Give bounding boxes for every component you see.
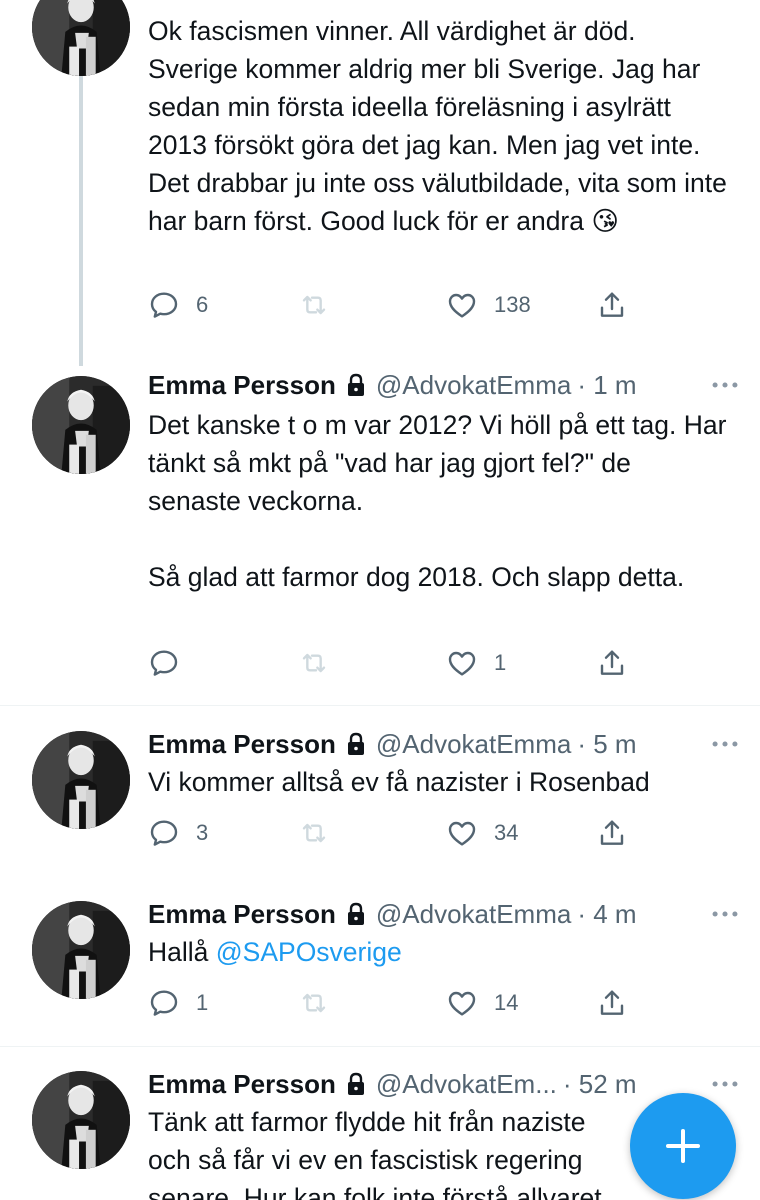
tweet-2[interactable]: Emma Persson @AdvokatEmma · 1 m Det kans… (0, 368, 760, 704)
like-count: 138 (494, 292, 531, 317)
avatar[interactable] (32, 731, 130, 829)
retweet-button[interactable] (298, 986, 330, 1020)
author-handle[interactable]: @AdvokatEmma (376, 368, 571, 402)
retweet-icon (298, 647, 330, 679)
reply-count: 1 (196, 990, 209, 1015)
retweet-button[interactable] (298, 816, 330, 850)
author-name[interactable]: Emma Persson (148, 368, 336, 402)
more-icon[interactable] (708, 368, 742, 402)
tweet-header: Emma Persson @AdvokatEmma · 4 m (148, 897, 637, 931)
lock-icon (344, 1071, 368, 1097)
compose-button[interactable] (630, 1093, 736, 1199)
tweet-actions: 1 (148, 646, 648, 680)
tweet-time[interactable]: · 5 m (577, 727, 636, 761)
tweet-1[interactable]: Ok fascismen vinner. All värdighet är dö… (0, 0, 760, 366)
like-count: 34 (494, 820, 519, 845)
avatar[interactable] (32, 0, 130, 76)
heart-icon (446, 289, 478, 321)
tweet-time[interactable]: · 52 m (563, 1067, 637, 1101)
share-icon (596, 817, 628, 849)
reply-button[interactable]: 3 (148, 816, 208, 850)
avatar[interactable] (32, 1071, 130, 1169)
author-name[interactable]: Emma Persson (148, 727, 336, 761)
tweet-header: Emma Persson @AdvokatEm... · 52 m (148, 1067, 637, 1101)
like-button[interactable]: 138 (446, 288, 531, 322)
more-icon[interactable] (708, 897, 742, 931)
retweet-button[interactable] (298, 646, 330, 680)
author-handle[interactable]: @AdvokatEmma (376, 727, 571, 761)
share-button[interactable] (596, 816, 628, 850)
reply-button[interactable]: 6 (148, 288, 208, 322)
share-icon (596, 987, 628, 1019)
author-handle[interactable]: @AdvokatEm... (376, 1067, 557, 1101)
share-icon (596, 289, 628, 321)
tweet-header: Emma Persson @AdvokatEmma · 1 m (148, 368, 637, 402)
reply-icon (148, 987, 180, 1019)
thread-line (79, 76, 83, 366)
reply-button[interactable] (148, 646, 180, 680)
tweet-text: Hallå @SAPOsverige (148, 933, 728, 971)
tweet-text: Vi kommer alltså ev få nazister i Rosenb… (148, 767, 650, 797)
reply-count: 6 (196, 292, 209, 317)
retweet-icon (298, 817, 330, 849)
author-name[interactable]: Emma Persson (148, 1067, 336, 1101)
avatar[interactable] (32, 901, 130, 999)
like-button[interactable]: 1 (446, 646, 506, 680)
heart-icon (446, 987, 478, 1019)
tweet-text: Det kanske t o m var 2012? Vi höll på et… (148, 410, 727, 592)
share-button[interactable] (596, 986, 628, 1020)
tweet-time[interactable]: · 4 m (577, 897, 636, 931)
tweet-header: Emma Persson @AdvokatEmma · 5 m (148, 727, 637, 761)
heart-icon (446, 647, 478, 679)
author-name[interactable]: Emma Persson (148, 897, 336, 931)
like-button[interactable]: 34 (446, 816, 518, 850)
heart-icon (446, 817, 478, 849)
retweet-icon (298, 987, 330, 1019)
reply-icon (148, 647, 180, 679)
more-icon[interactable] (708, 727, 742, 761)
mention-link[interactable]: @SAPOsverige (216, 937, 402, 967)
tweet-text: Ok fascismen vinner. All värdighet är dö… (148, 16, 735, 236)
tweet-time[interactable]: · 1 m (577, 368, 636, 402)
plus-icon (666, 1129, 700, 1163)
lock-icon (344, 372, 368, 398)
author-handle[interactable]: @AdvokatEmma (376, 897, 571, 931)
reply-icon (148, 817, 180, 849)
tweet-text-prefix: Hallå (148, 937, 216, 967)
divider (0, 705, 760, 706)
lock-icon (344, 731, 368, 757)
retweet-button[interactable] (298, 288, 330, 322)
like-count: 1 (494, 650, 507, 675)
tweet-4[interactable]: Emma Persson @AdvokatEmma · 4 m Hallå @S… (0, 897, 760, 1037)
tweet-actions: 6 138 (148, 288, 648, 322)
share-button[interactable] (596, 288, 628, 322)
lock-icon (344, 901, 368, 927)
tweet-3[interactable]: Emma Persson @AdvokatEmma · 5 m Vi komme… (0, 727, 760, 887)
share-icon (596, 647, 628, 679)
retweet-icon (298, 289, 330, 321)
tweet-actions: 1 14 (148, 986, 648, 1020)
like-button[interactable]: 14 (446, 986, 518, 1020)
reply-button[interactable]: 1 (148, 986, 208, 1020)
divider (0, 1046, 760, 1047)
more-icon[interactable] (708, 1067, 742, 1101)
avatar[interactable] (32, 376, 130, 474)
like-count: 14 (494, 990, 519, 1015)
share-button[interactable] (596, 646, 628, 680)
reply-count: 3 (196, 820, 209, 845)
tweet-actions: 3 34 (148, 816, 648, 850)
reply-icon (148, 289, 180, 321)
